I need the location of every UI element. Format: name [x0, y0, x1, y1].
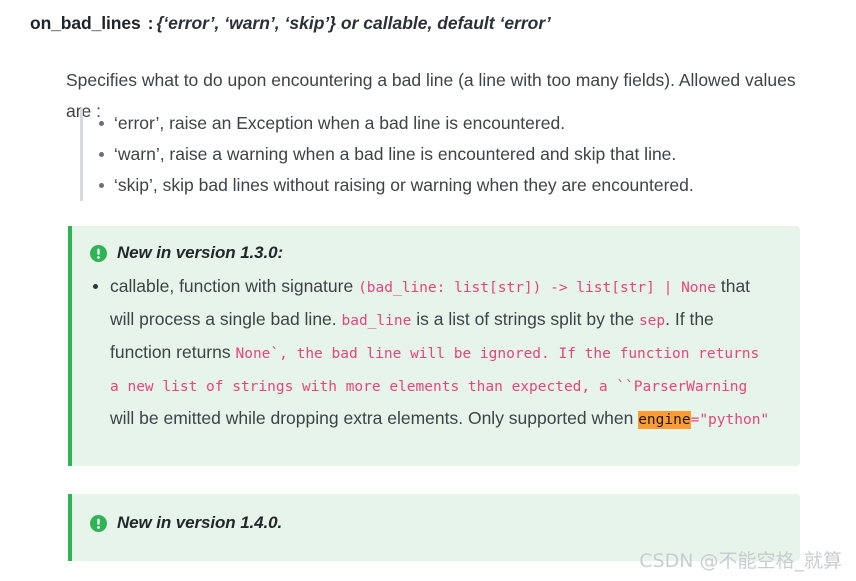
list-item: ‘warn’, raise a warning when a bad line …	[99, 139, 803, 170]
callable-text-5: will be emitted while dropping extra ele…	[110, 408, 639, 428]
list-item: callable, function with signature (bad_l…	[93, 271, 774, 436]
admonition-version-1-3-0: New in version 1.3.0: callable, function…	[68, 226, 800, 466]
watermark: CSDN @不能空格_就算	[639, 550, 842, 572]
admonition-body: callable, function with signature (bad_l…	[72, 271, 800, 436]
allowed-values-list: ‘error’, raise an Exception when a bad l…	[83, 108, 803, 201]
admonition-title-row: New in version 1.4.0.	[90, 513, 800, 533]
allowed-values-block: ‘error’, raise an Exception when a bad l…	[80, 108, 803, 201]
parameter-type: {‘error’, ‘warn’, ‘skip’} or callable, d…	[156, 13, 551, 33]
alert-circle-icon	[90, 514, 107, 532]
code-engine-highlight: engine	[638, 411, 691, 429]
parameter-name: on_bad_lines	[30, 13, 141, 33]
admonition-list: callable, function with signature (bad_l…	[93, 271, 774, 436]
callable-text-3: is a list of strings split by the	[411, 309, 639, 329]
documentation-page: on_bad_lines: {‘error’, ‘warn’, ‘skip’} o…	[0, 0, 856, 581]
admonition-title-row: New in version 1.3.0:	[90, 243, 800, 263]
alert-circle-icon	[90, 244, 107, 262]
signature-colon: :	[147, 13, 154, 33]
callable-text-1: callable, function with signature	[110, 276, 359, 296]
admonition-title-text: New in version 1.3.0:	[117, 243, 284, 262]
parameter-signature: on_bad_lines: {‘error’, ‘warn’, ‘skip’} o…	[30, 12, 551, 34]
code-sep: sep	[638, 313, 666, 329]
list-item: ‘skip’, skip bad lines without raising o…	[99, 170, 803, 201]
admonition-title-text: New in version 1.4.0.	[117, 513, 283, 532]
code-signature: (bad_line: list[str]) -> list[str] | Non…	[358, 280, 716, 296]
list-item: ‘error’, raise an Exception when a bad l…	[99, 108, 803, 139]
code-engine-value: ="python"	[690, 412, 770, 428]
code-bad-line: bad_line	[341, 313, 412, 329]
